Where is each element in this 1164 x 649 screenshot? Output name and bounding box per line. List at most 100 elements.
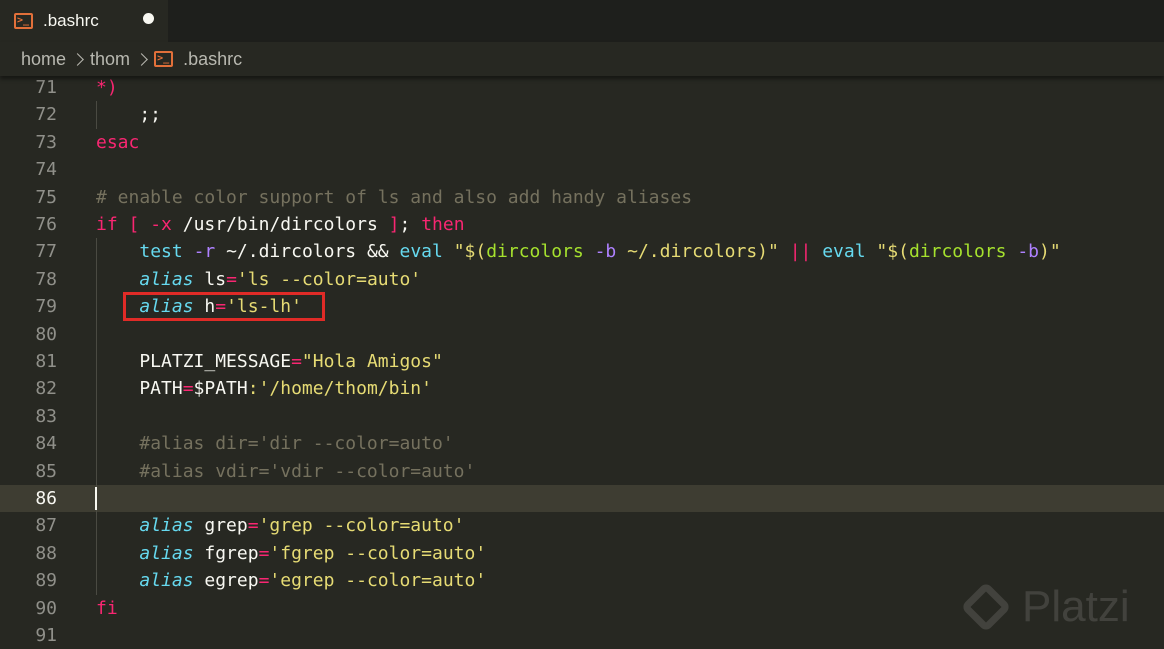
code-token: -b — [1017, 241, 1040, 263]
code-token: #alias vdir='vdir --color=auto' — [139, 460, 476, 482]
line-number: 83 — [35, 405, 57, 427]
code-token: "$( — [453, 241, 487, 263]
code-token: $PATH — [193, 378, 248, 400]
code-line[interactable]: 77 test -r ~/.dircolors && eval "$(dirco… — [0, 238, 1164, 265]
line-number: 85 — [35, 460, 57, 482]
tab-bashrc[interactable]: >_ .bashrc — [0, 0, 168, 42]
code-token: -b — [594, 241, 617, 263]
code-line[interactable]: 87 alias grep='grep --color=auto' — [0, 512, 1164, 539]
code-line[interactable]: 88 alias fgrep='fgrep --color=auto' — [0, 540, 1164, 567]
code-token: )" — [1039, 241, 1061, 263]
code-line[interactable]: 78 alias ls='ls --color=auto' — [0, 266, 1164, 293]
line-number: 82 — [35, 378, 57, 400]
code-line[interactable]: 80 — [0, 321, 1164, 348]
code-text: #alias vdir='vdir --color=auto' — [96, 458, 475, 485]
code-token: 'ls-lh' — [226, 296, 302, 318]
code-token: ] — [388, 214, 400, 235]
line-number: 79 — [35, 296, 57, 318]
code-line[interactable]: 86 — [0, 485, 1164, 513]
code-token: || — [789, 241, 812, 263]
code-token: h — [193, 296, 216, 318]
code-line[interactable]: 81 PLATZI_MESSAGE="Hola Amigos" — [0, 348, 1164, 375]
code-token: grep — [193, 515, 248, 537]
unsaved-dot-icon[interactable] — [143, 13, 154, 24]
code-token: alias — [139, 515, 194, 537]
code-line[interactable]: 84 #alias dir='dir --color=auto' — [0, 430, 1164, 457]
code-token: fgrep — [193, 542, 259, 564]
line-number: 80 — [35, 323, 57, 345]
code-token: egrep — [193, 570, 259, 592]
code-token: PATH — [96, 378, 183, 400]
line-number: 90 — [35, 597, 57, 619]
code-token: ; — [399, 214, 422, 235]
code-token: [ — [128, 214, 140, 235]
code-token: ;; — [96, 104, 162, 126]
code-text: alias h='ls-lh' — [96, 293, 302, 320]
code-token: eval — [822, 241, 866, 263]
code-line[interactable]: 85 #alias vdir='vdir --color=auto' — [0, 458, 1164, 485]
code-token: = — [258, 570, 270, 592]
code-line[interactable]: 79 alias h='ls-lh' — [0, 293, 1164, 320]
code-token: *) — [96, 77, 118, 98]
code-text: # enable color support of ls and also ad… — [96, 184, 692, 211]
code-line[interactable]: 71 *) — [0, 74, 1164, 101]
code-token: dircolors — [908, 241, 1007, 263]
breadcrumb-item-file[interactable]: .bashrc — [183, 49, 242, 70]
code-token: = — [215, 296, 227, 318]
code-line[interactable]: 75 # enable color support of ls and also … — [0, 184, 1164, 211]
line-number: 75 — [35, 186, 57, 208]
code-text: if [ -x /usr/bin/dircolors ]; then — [96, 211, 465, 238]
code-token: dircolors — [486, 241, 584, 263]
code-token: # enable color support of ls and also ad… — [96, 186, 693, 208]
code-token: = — [247, 515, 259, 537]
code-token: = — [182, 378, 194, 400]
terminal-file-icon: >_ — [14, 13, 33, 29]
indent-guide — [96, 101, 97, 129]
code-text: #alias dir='dir --color=auto' — [96, 430, 453, 457]
code-token: alias — [139, 542, 194, 564]
text-cursor — [95, 487, 97, 511]
code-line[interactable]: 74 — [0, 156, 1164, 183]
code-token: "Hola Amigos" — [301, 351, 443, 372]
chevron-right-icon — [135, 52, 148, 66]
platzi-watermark: Platzi — [958, 572, 1158, 642]
code-line[interactable]: 73 esac — [0, 129, 1164, 156]
code-token: alias — [139, 570, 194, 592]
line-number: 71 — [35, 77, 57, 98]
code-text: alias egrep='egrep --color=auto' — [96, 567, 486, 594]
code-token: = — [226, 268, 237, 290]
code-line[interactable]: 82 PATH=$PATH:'/home/thom/bin' — [0, 375, 1164, 402]
code-token: 'grep --color=auto' — [258, 515, 465, 537]
code-line[interactable]: 72 ;; — [0, 101, 1164, 128]
code-editor[interactable]: 71 *) 72 ;; 73 esac 74 75 # enable color suppor… — [0, 74, 1164, 646]
line-number: 81 — [35, 351, 57, 372]
code-token: ls — [193, 268, 227, 290]
code-token: -r — [193, 241, 216, 263]
code-token: -x — [150, 214, 172, 235]
code-token: eval — [399, 241, 443, 263]
code-text: esac — [96, 129, 139, 156]
code-token: PLATZI_MESSAGE — [96, 351, 292, 372]
breadcrumb-item-thom[interactable]: thom — [90, 49, 130, 70]
code-line[interactable]: 76 if [ -x /usr/bin/dircolors ]; then — [0, 211, 1164, 238]
chevron-right-icon — [71, 52, 84, 66]
code-token: 'egrep --color=auto' — [269, 570, 487, 592]
breadcrumb-item-home[interactable]: home — [21, 49, 66, 70]
code-text: ;; — [96, 101, 161, 128]
code-token: /usr/bin/dircolors — [171, 214, 389, 235]
code-line[interactable]: 83 — [0, 403, 1164, 430]
code-token: "$( — [876, 241, 909, 263]
